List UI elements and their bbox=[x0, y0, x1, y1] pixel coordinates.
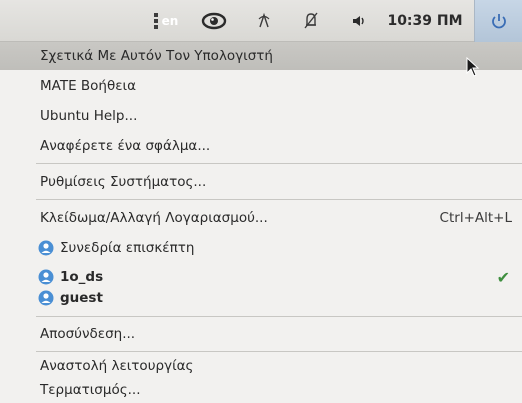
system-menu: Σχετικά Με Αυτόν Τον Υπολογιστή MATE Βοή… bbox=[0, 42, 522, 403]
user-name: guest bbox=[60, 290, 103, 306]
power-icon[interactable] bbox=[474, 0, 522, 42]
keyboard-layout-indicator[interactable]: en bbox=[146, 0, 186, 42]
menu-item-label: Τερματισμός... bbox=[40, 382, 141, 398]
volume-icon[interactable] bbox=[346, 0, 374, 42]
menu-item-guest-session[interactable]: Συνεδρία επισκέπτη bbox=[0, 234, 522, 262]
user-icon bbox=[38, 290, 54, 306]
notification-off-icon[interactable] bbox=[298, 0, 324, 42]
menu-item-label: Συνεδρία επισκέπτη bbox=[60, 240, 195, 256]
user-name: 1o_ds bbox=[60, 269, 104, 285]
user-icon bbox=[38, 240, 54, 256]
menu-item-about[interactable]: Σχετικά Με Αυτόν Τον Υπολογιστή bbox=[0, 42, 522, 70]
menu-item-mate-help[interactable]: MATE Βοήθεια bbox=[0, 72, 522, 100]
menu-item-system-settings[interactable]: Ρυθμίσεις Συστήματος... bbox=[0, 168, 522, 196]
menu-item-label: Κλείδωμα/Αλλαγή Λογαριασμού... bbox=[40, 210, 268, 226]
keyboard-layout-icon bbox=[153, 13, 158, 29]
wifi-icon[interactable] bbox=[252, 0, 276, 42]
menu-item-shortcut: Ctrl+Alt+L bbox=[439, 210, 512, 226]
user-icon bbox=[38, 269, 54, 285]
menu-separator bbox=[36, 316, 522, 317]
menu-item-label: Αναστολή λειτουργίας bbox=[40, 358, 194, 374]
menu-item-shutdown[interactable]: Τερματισμός... bbox=[0, 376, 522, 403]
menu-item-label: Αναφέρετε ένα σφάλμα... bbox=[40, 138, 211, 154]
menu-item-label: Αποσύνδεση... bbox=[40, 326, 136, 342]
menu-item-label: Σχετικά Με Αυτόν Τον Υπολογιστή bbox=[40, 48, 273, 64]
menu-item-label: Ρυθμίσεις Συστήματος... bbox=[40, 174, 207, 190]
eye-icon[interactable] bbox=[197, 0, 231, 42]
menu-item-ubuntu-help[interactable]: Ubuntu Help... bbox=[0, 102, 522, 130]
clock[interactable]: 10:39 ΠΜ bbox=[386, 0, 464, 42]
menu-item-lock[interactable]: Κλείδωμα/Αλλαγή Λογαριασμού... Ctrl+Alt+… bbox=[0, 204, 522, 232]
menu-item-label: Ubuntu Help... bbox=[40, 108, 138, 124]
menu-separator bbox=[36, 163, 522, 164]
menu-item-label: MATE Βοήθεια bbox=[40, 78, 137, 94]
mouse-cursor-icon bbox=[466, 57, 480, 77]
keyboard-layout-label: en bbox=[161, 14, 179, 28]
menu-separator bbox=[36, 199, 522, 200]
menu-item-report-bug[interactable]: Αναφέρετε ένα σφάλμα... bbox=[0, 132, 522, 160]
menu-item-logout[interactable]: Αποσύνδεση... bbox=[0, 320, 522, 348]
menu-item-user-guest[interactable]: guest bbox=[0, 284, 522, 312]
top-panel: en 10:39 ΠΜ bbox=[0, 0, 522, 42]
